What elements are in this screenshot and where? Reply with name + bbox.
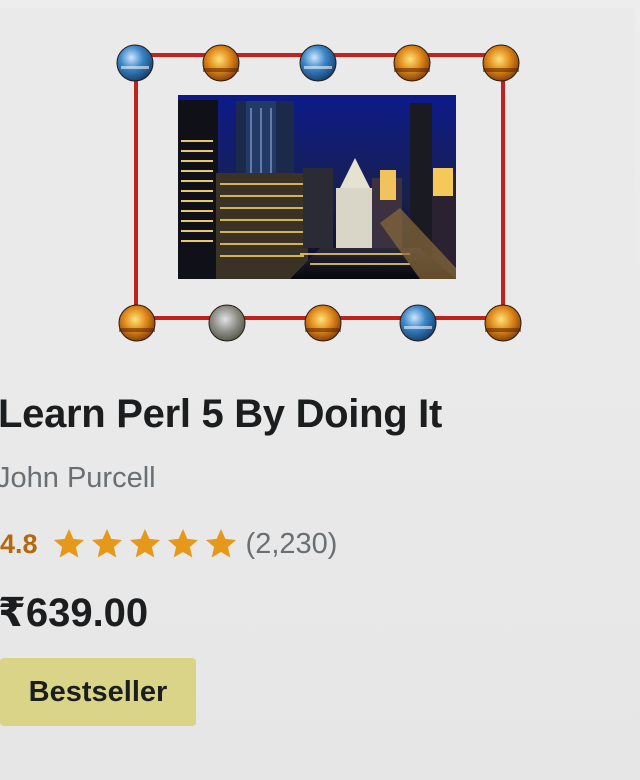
rating-value: 4.8 [0, 528, 38, 559]
badge-label: Bestseller [28, 675, 168, 708]
course-price: ₹639.00 [0, 591, 149, 635]
star-icon [53, 529, 84, 558]
rating-row: 4.8 (2,230) [0, 524, 337, 564]
bestseller-badge: Bestseller [0, 658, 196, 726]
star-icon [129, 529, 160, 558]
course-thumbnail[interactable] [0, 8, 635, 366]
course-thumbnail-art [116, 44, 522, 342]
course-title[interactable]: Learn Perl 5 By Doing It [0, 392, 442, 437]
star-icon [167, 529, 198, 558]
star-rating [50, 526, 240, 562]
course-author: John Purcell [0, 462, 156, 494]
course-card[interactable]: Learn Perl 5 By Doing It John Purcell 4.… [0, 0, 640, 780]
star-icon [91, 529, 122, 558]
review-count: (2,230) [245, 527, 338, 560]
star-icon [205, 529, 236, 558]
